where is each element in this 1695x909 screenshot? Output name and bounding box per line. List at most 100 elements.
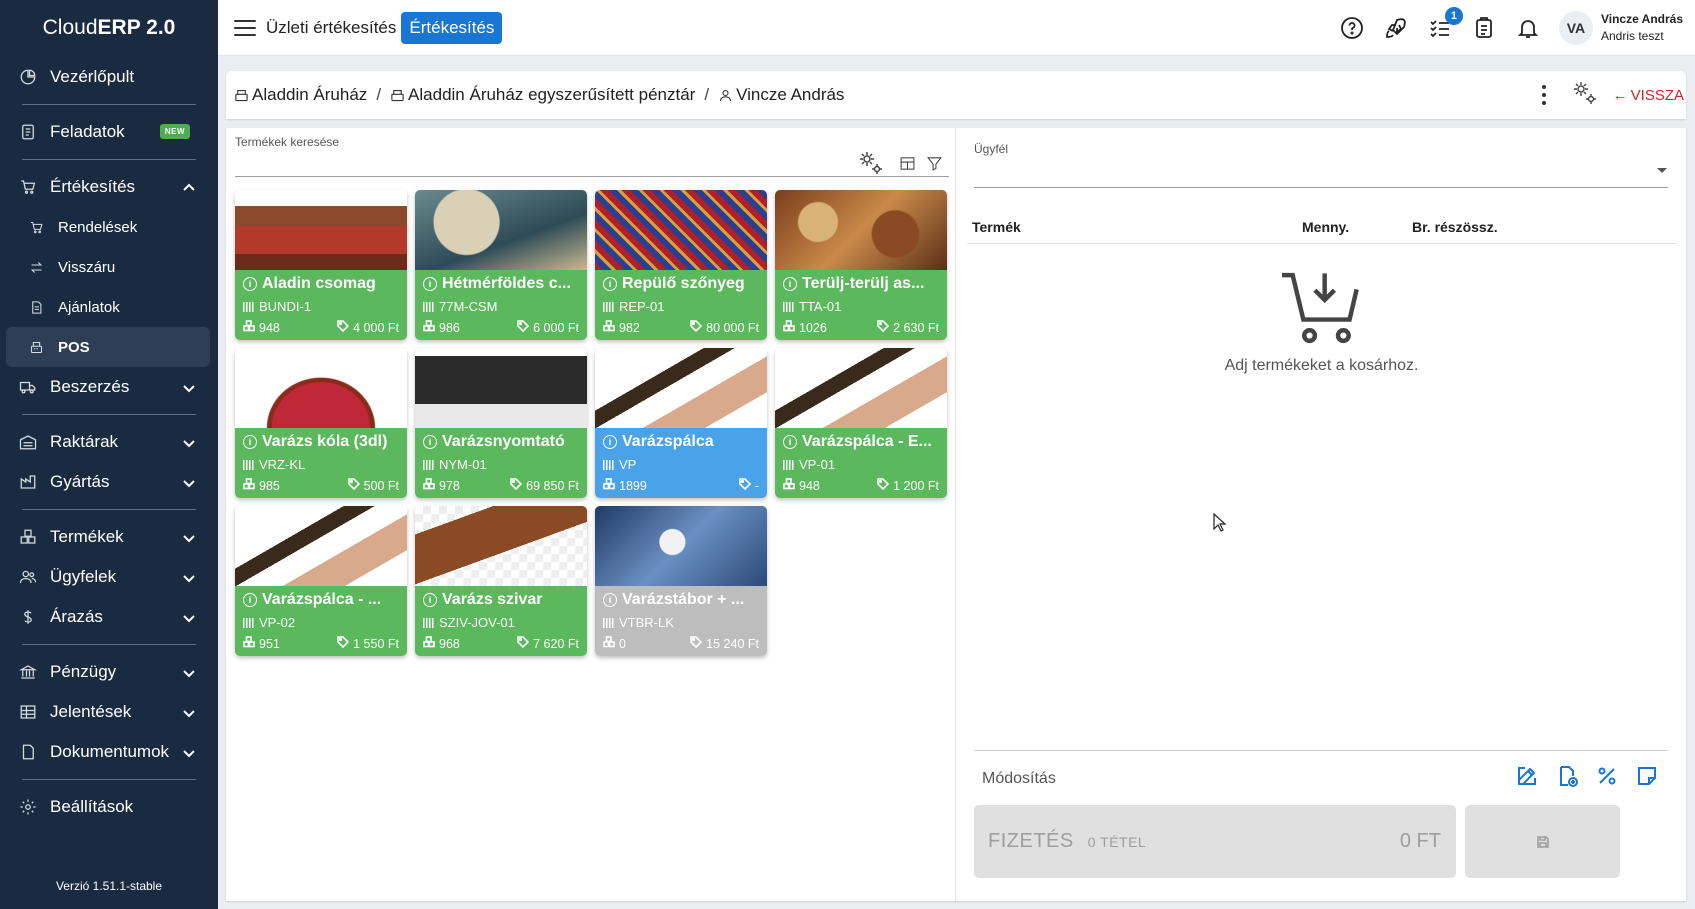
sidebar: Cloud ERP 2.0 Vezérlőpult Feladatok NEW É…	[0, 0, 218, 909]
sidebar-item-tasks[interactable]: Feladatok NEW	[0, 112, 218, 152]
sidebar-item-pricing[interactable]: Árazás	[0, 597, 218, 637]
grid-view-icon[interactable]	[899, 155, 916, 177]
clipboard-icon[interactable]	[1471, 15, 1497, 41]
info-icon[interactable]: i	[603, 435, 617, 449]
add-document-icon[interactable]	[1554, 763, 1580, 789]
product-card[interactable]: i Repülő szőnyeg REP-01 982 80 000 Ft	[595, 190, 767, 340]
product-card[interactable]: i Aladin csomag BUNDI-1 948 4 000 Ft	[235, 190, 407, 340]
info-icon[interactable]: i	[243, 277, 257, 291]
settings-gears-icon[interactable]	[1571, 79, 1599, 112]
product-card[interactable]: i Varázsnyomtató NYM-01 978 69 850 Ft	[415, 348, 587, 498]
info-icon[interactable]: i	[783, 435, 797, 449]
sidebar-item-production[interactable]: Gyártás	[0, 462, 218, 502]
avatar[interactable]: VA	[1558, 11, 1593, 45]
sidebar-nav: Vezérlőpult Feladatok NEW Értékesítés Re…	[0, 57, 218, 827]
task-list-icon[interactable]: 1	[1427, 7, 1463, 41]
empty-cart-message: Adj termékeket a kosárhoz.	[1224, 357, 1419, 374]
product-card[interactable]: i Varázspálca - E... VP-01 948 1 200 Ft	[775, 348, 947, 498]
sidebar-item-documents[interactable]: Dokumentumok	[0, 732, 218, 772]
product-card[interactable]: i Varázspálca VP 1899 -	[595, 348, 767, 498]
sidebar-item-customers[interactable]: Ügyfelek	[0, 557, 218, 597]
product-code-text: 77M-CSM	[439, 299, 498, 314]
product-price: 1 550 Ft	[337, 636, 399, 651]
product-code: 77M-CSM	[423, 299, 498, 314]
user-subtitle: Andris teszt	[1600, 29, 1664, 43]
chevron-down-icon	[182, 530, 196, 544]
module-pill[interactable]: Értékesítés	[401, 11, 503, 44]
product-card[interactable]: i Varázstábor + ... VTBR-LK 0 15 240 Ft	[595, 506, 767, 656]
sidebar-item-sales[interactable]: Értékesítés	[0, 167, 218, 207]
back-button[interactable]: ← VISSZA	[1613, 87, 1684, 104]
sidebar-item-orders[interactable]: Rendelések	[0, 207, 218, 247]
sidebar-item-procurement[interactable]: Beszerzés	[0, 367, 218, 407]
product-card[interactable]: i Varázs kóla (3dl) VRZ-KL 985 500 Ft	[235, 348, 407, 498]
price-tag-icon	[739, 478, 755, 493]
sidebar-item-warehouses[interactable]: Raktárak	[0, 422, 218, 462]
payment-item-count: 0 TÉTEL	[1087, 833, 1147, 850]
settings-gears-icon[interactable]	[857, 149, 885, 182]
filter-icon[interactable]	[926, 155, 943, 177]
product-card[interactable]: i Terülj-terülj as... TTA-01 1026 2 630 Ft	[775, 190, 947, 340]
sidebar-item-settings[interactable]: Beállítások	[0, 787, 218, 827]
rocket-icon[interactable]	[1383, 15, 1409, 41]
info-icon[interactable]: i	[243, 435, 257, 449]
product-stock: 1899	[603, 478, 647, 493]
product-price: 7 620 Ft	[517, 636, 579, 651]
customer-select[interactable]	[974, 187, 1668, 188]
product-card[interactable]: i Varázs szivar SZIV-JOV-01 968 7 620 Ft	[415, 506, 587, 656]
breadcrumb-separator: /	[704, 85, 710, 104]
cart-table-header: Termék Menny. Br. részössz.	[967, 206, 1677, 244]
factory-icon	[18, 472, 38, 492]
payment-button[interactable]: FIZETÉS 0 TÉTEL 0 FT	[974, 805, 1456, 878]
info-icon[interactable]: i	[603, 593, 617, 607]
percent-icon[interactable]	[1594, 763, 1620, 789]
info-icon[interactable]: i	[423, 277, 437, 291]
product-name: i Varázspálca	[603, 433, 761, 451]
product-card[interactable]: i Hétmérföldes c... 77M-CSM 986 6 000 Ft	[415, 190, 587, 340]
info-icon[interactable]: i	[423, 593, 437, 607]
sidebar-item-dashboard[interactable]: Vezérlőpult	[0, 57, 218, 97]
save-button[interactable]	[1465, 805, 1620, 878]
breadcrumb-user[interactable]: Vincze András	[718, 85, 844, 105]
info-icon[interactable]: i	[603, 277, 617, 291]
edit-icon[interactable]	[1514, 763, 1540, 789]
sidebar-item-quotes[interactable]: Ajánlatok	[0, 287, 218, 327]
product-image	[415, 348, 587, 428]
boxes-icon	[603, 636, 619, 651]
bank-icon	[18, 662, 38, 682]
sidebar-item-returns[interactable]: Visszáru	[0, 247, 218, 287]
info-icon[interactable]: i	[783, 277, 797, 291]
product-stock-text: 948	[259, 320, 280, 335]
sidebar-item-label: Gyártás	[50, 472, 110, 491]
product-stock-text: 951	[259, 636, 280, 651]
product-code: VTBR-LK	[603, 615, 674, 630]
product-search-input[interactable]	[235, 176, 949, 177]
sidebar-item-label: Értékesítés	[50, 177, 136, 196]
user-info[interactable]: Vincze András Andris teszt	[1601, 11, 1683, 45]
help-icon[interactable]	[1339, 15, 1365, 41]
info-icon[interactable]: i	[423, 435, 437, 449]
dropdown-caret-icon[interactable]	[1657, 168, 1667, 173]
product-image	[415, 506, 587, 586]
product-name: i Varázs szivar	[423, 591, 581, 609]
product-price-text: 7 620 Ft	[533, 636, 579, 651]
topbar-actions: 1 VA Vincze András Andris teszt	[1339, 0, 1695, 56]
price-tag-icon	[347, 478, 364, 493]
bell-icon[interactable]	[1515, 15, 1541, 41]
product-code-text: NYM-01	[439, 457, 487, 472]
version-label: Verzió 1.51.1-stable	[55, 879, 163, 893]
note-icon[interactable]	[1634, 763, 1660, 789]
sidebar-item-label: Termékek	[50, 527, 124, 546]
info-icon[interactable]: i	[243, 593, 257, 607]
app-logo[interactable]: Cloud ERP 2.0	[0, 0, 218, 56]
more-options-icon[interactable]	[1541, 85, 1547, 105]
boxes-icon	[603, 478, 619, 493]
sidebar-item-pos[interactable]: POS	[6, 327, 210, 367]
sidebar-item-products[interactable]: Termékek	[0, 517, 218, 557]
breadcrumb-register[interactable]: Aladdin Áruház egyszerűsített pénztár	[390, 85, 695, 105]
sidebar-item-finance[interactable]: Pénzügy	[0, 652, 218, 692]
product-card[interactable]: i Varázspálca - ... VP-02 951 1 550 Ft	[235, 506, 407, 656]
breadcrumb-store[interactable]: Aladdin Áruház	[234, 85, 367, 105]
sidebar-item-reports[interactable]: Jelentések	[0, 692, 218, 732]
menu-toggle-icon[interactable]	[234, 19, 256, 36]
